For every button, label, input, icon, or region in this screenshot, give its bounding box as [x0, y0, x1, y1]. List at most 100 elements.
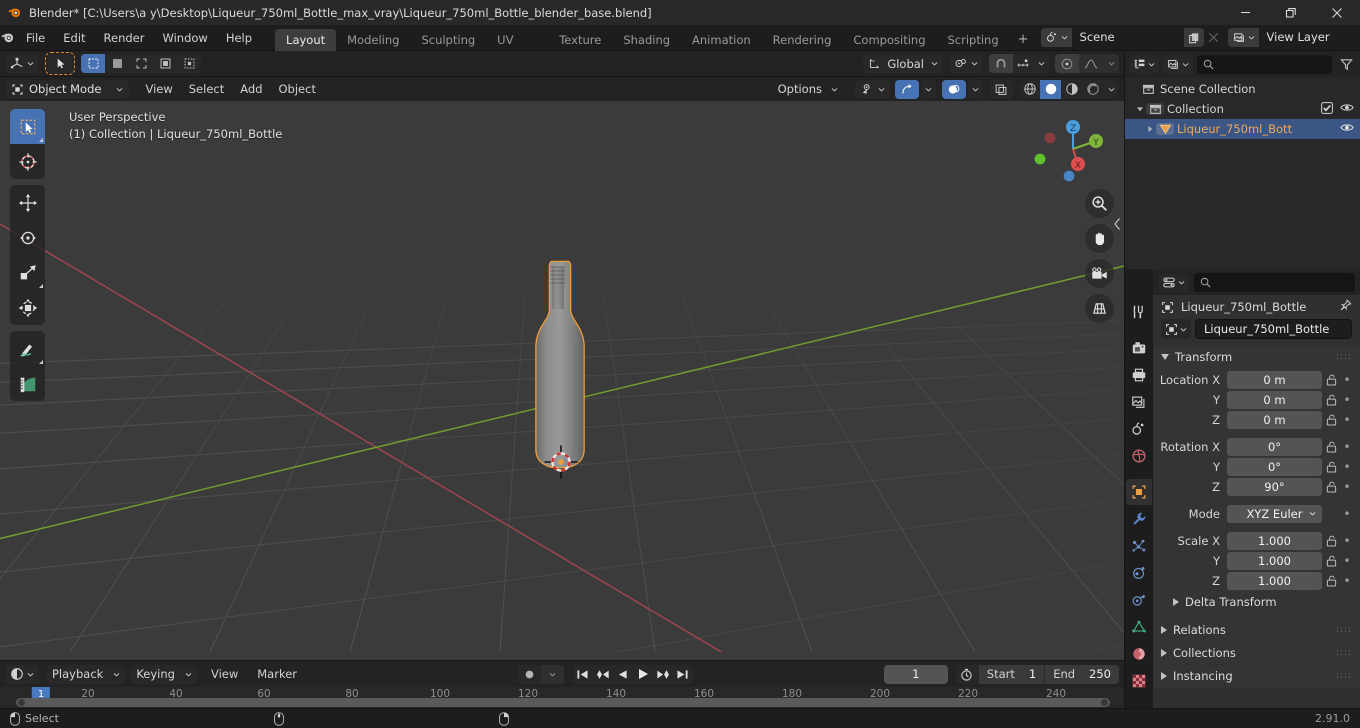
transform-panel-header[interactable]: Transform :::: [1153, 346, 1360, 368]
frame-start-field[interactable]: Start 1 [978, 664, 1045, 684]
proportional-toggle-button[interactable] [1055, 54, 1079, 73]
lock-icon[interactable] [1322, 441, 1340, 453]
menu-render[interactable]: Render [95, 28, 154, 48]
pin-icon[interactable] [1339, 299, 1352, 315]
instancing-panel-header[interactable]: Instancing :::: [1153, 665, 1360, 687]
add-workspace-button[interactable]: + [1010, 29, 1037, 51]
blender-menu-icon[interactable] [0, 30, 15, 45]
sidebar-collapse-arrow[interactable] [1113, 217, 1122, 234]
play-reverse-button[interactable] [613, 665, 633, 684]
animate-property-dot[interactable]: • [1340, 393, 1354, 407]
shading-rendered-icon[interactable] [1082, 80, 1103, 99]
lock-icon[interactable] [1322, 555, 1340, 567]
select-box-icon[interactable] [81, 54, 105, 73]
timeline-track[interactable]: 20 40 60 80 100 120 140 160 180 200 220 … [0, 687, 1124, 708]
auto-keying-button[interactable] [518, 665, 541, 684]
animate-property-dot[interactable]: • [1340, 574, 1354, 588]
tab-shading[interactable]: Shading [612, 29, 681, 51]
animate-property-dot[interactable]: • [1340, 507, 1354, 521]
select-dashed-icon[interactable] [177, 54, 201, 73]
collections-panel[interactable]: Collections :::: [1153, 642, 1360, 664]
tab-material[interactable] [1126, 641, 1152, 667]
shading-solid-icon[interactable] [1040, 79, 1061, 99]
tab-scene[interactable] [1126, 416, 1152, 442]
relations-panel[interactable]: Relations :::: [1153, 619, 1360, 641]
properties-editor-type-button[interactable] [1158, 272, 1189, 292]
viewport-menu-select[interactable]: Select [181, 80, 232, 99]
tab-object-data[interactable] [1126, 614, 1152, 640]
pan-button[interactable] [1085, 224, 1114, 253]
keying-menu-button[interactable]: Keying [131, 664, 197, 684]
animate-property-dot[interactable]: • [1340, 440, 1354, 454]
tab-view-layer[interactable] [1126, 389, 1152, 415]
timeline-menu-marker[interactable]: Marker [249, 665, 305, 684]
tab-world[interactable] [1126, 443, 1152, 469]
scale-y-field[interactable]: 1.000 [1227, 551, 1322, 570]
collection-checkbox[interactable] [1321, 101, 1334, 117]
editor-type-button[interactable] [5, 54, 39, 73]
remove-scene-button[interactable] [1204, 28, 1224, 47]
shading-dropdown-button[interactable] [1103, 80, 1119, 99]
outliner-display-mode-button[interactable] [1163, 54, 1193, 74]
zoom-button[interactable] [1085, 189, 1114, 218]
outliner-editor-type-button[interactable] [1129, 54, 1159, 74]
play-button[interactable] [633, 665, 653, 684]
3d-viewport[interactable]: User Perspective (1) Collection | Liqueu… [0, 101, 1124, 660]
object-name-input[interactable]: Liqueur_750ml_Bottle [1195, 319, 1352, 339]
menu-edit[interactable]: Edit [54, 28, 94, 48]
eye-icon[interactable] [1340, 122, 1354, 136]
animate-property-dot[interactable]: • [1340, 480, 1354, 494]
measure-tool-button[interactable] [10, 366, 45, 401]
tab-scripting[interactable]: Scripting [937, 29, 1010, 51]
jump-to-end-button[interactable] [673, 665, 693, 684]
maximize-button[interactable] [1268, 0, 1314, 25]
select-filled-icon[interactable] [153, 54, 177, 73]
tab-compositing[interactable]: Compositing [842, 29, 936, 51]
animate-property-dot[interactable]: • [1340, 413, 1354, 427]
snap-dropdown-button[interactable] [1033, 54, 1049, 73]
animate-property-dot[interactable]: • [1340, 373, 1354, 387]
properties-search-input[interactable] [1194, 272, 1355, 292]
playback-menu-button[interactable]: Playback [47, 664, 126, 684]
view-layer-name-field[interactable]: View Layer [1258, 28, 1360, 47]
view-layer-browse-button[interactable] [1227, 28, 1259, 47]
frame-end-field[interactable]: End 250 [1045, 664, 1119, 684]
collections-panel-header[interactable]: Collections :::: [1153, 642, 1360, 664]
tab-rendering[interactable]: Rendering [762, 29, 843, 51]
relations-panel-header[interactable]: Relations :::: [1153, 619, 1360, 641]
toggle-perspective-button[interactable] [1085, 294, 1114, 323]
next-keyframe-button[interactable] [653, 665, 673, 684]
tweak-tool-button[interactable] [10, 109, 45, 144]
falloff-button[interactable] [1079, 54, 1103, 73]
tab-animation[interactable]: Animation [681, 29, 762, 51]
navigation-gizmo[interactable]: Z Y X [1032, 111, 1108, 187]
location-y-field[interactable]: 0 m [1227, 390, 1322, 409]
active-tool-button[interactable] [45, 52, 75, 75]
previous-keyframe-button[interactable] [593, 665, 613, 684]
overlays-toggle-button[interactable] [942, 79, 966, 99]
location-x-field[interactable]: 0 m [1227, 370, 1322, 389]
scale-tool-button[interactable] [10, 255, 45, 290]
visibility-dropdown-button[interactable] [855, 79, 890, 99]
mode-selector-button[interactable]: Object Mode [5, 79, 130, 99]
minimize-button[interactable] [1222, 0, 1268, 25]
menu-window[interactable]: Window [153, 28, 216, 48]
tab-output[interactable] [1126, 362, 1152, 388]
instancing-panel[interactable]: Instancing :::: [1153, 665, 1360, 687]
rotation-y-field[interactable]: 0° [1227, 457, 1322, 476]
tab-render[interactable] [1126, 335, 1152, 361]
scene-name-field[interactable]: Scene [1071, 28, 1184, 47]
use-preview-range-button[interactable] [956, 668, 978, 681]
pivot-point-button[interactable] [949, 54, 983, 73]
viewport-menu-view[interactable]: View [137, 80, 180, 99]
timeline-menu-view[interactable]: View [203, 665, 246, 684]
current-frame-field[interactable]: 1 [883, 664, 948, 684]
shading-wireframe-icon[interactable] [1019, 80, 1040, 99]
scale-x-field[interactable]: 1.000 [1227, 531, 1322, 550]
auto-keying-dropdown-button[interactable] [540, 664, 564, 684]
close-button[interactable] [1314, 0, 1360, 25]
delta-transform-subpanel[interactable]: Delta Transform [1159, 591, 1354, 612]
lock-icon[interactable] [1322, 575, 1340, 587]
rotation-x-field[interactable]: 0° [1227, 437, 1322, 456]
snap-toggle-button[interactable] [989, 54, 1013, 73]
